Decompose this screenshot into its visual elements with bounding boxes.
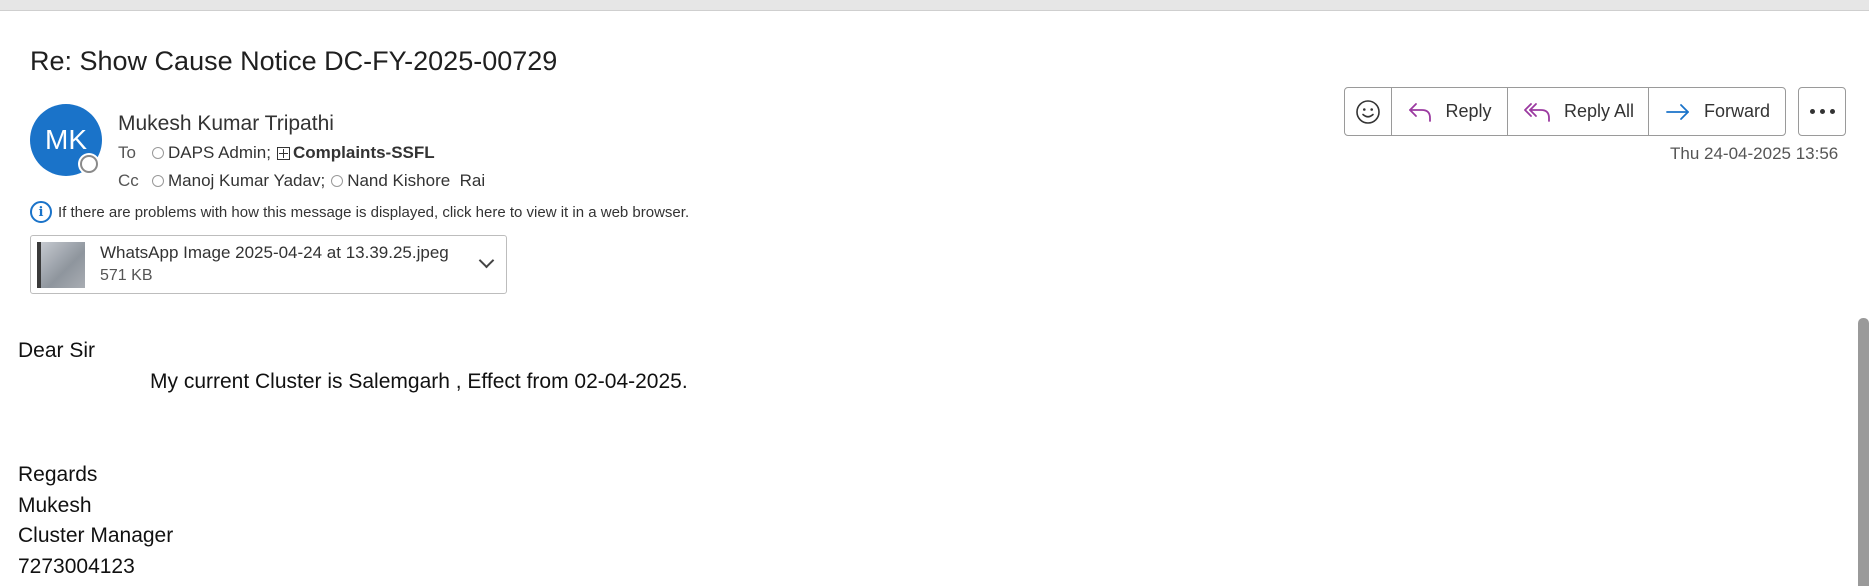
vertical-scrollbar[interactable]	[1858, 318, 1869, 586]
reply-all-button[interactable]: Reply All	[1508, 88, 1649, 135]
signature-phone: 7273004123	[18, 555, 135, 578]
recipient-daps-admin[interactable]: DAPS Admin;	[168, 143, 271, 163]
attachment-thumbnail	[37, 242, 85, 288]
attachment-name[interactable]: WhatsApp Image 2025-04-24 at 13.39.25.jp…	[100, 243, 449, 263]
presence-icon	[152, 147, 164, 159]
presence-icon	[152, 175, 164, 187]
info-bar-text[interactable]: If there are problems with how this mess…	[58, 204, 689, 221]
smiley-icon	[1356, 99, 1380, 124]
more-actions-button[interactable]	[1798, 87, 1846, 136]
avatar-initials: MK	[45, 124, 87, 155]
timestamp: Thu 24-04-2025 13:56	[1670, 144, 1839, 163]
sender-name[interactable]: Mukesh Kumar Tripathi	[118, 112, 334, 136]
body-closing: Regards	[18, 463, 98, 486]
body-greeting: Dear Sir	[18, 339, 96, 362]
info-bar[interactable]: i If there are problems with how this me…	[30, 201, 689, 223]
action-toolbar: Reply Reply All Forward	[1344, 87, 1786, 136]
more-icon-dot	[1829, 109, 1835, 114]
email-subject: Re: Show Cause Notice DC-FY-2025-00729	[30, 46, 558, 76]
recipient-nand-kishore-rai[interactable]: Nand Kishore Rai	[347, 171, 485, 191]
signature-name: Mukesh	[18, 494, 92, 517]
reply-all-icon	[1524, 102, 1550, 122]
chevron-down-icon[interactable]	[478, 252, 495, 269]
more-icon-dot	[1819, 109, 1825, 114]
reply-label: Reply	[1445, 101, 1492, 121]
attachment-size: 571 KB	[100, 267, 153, 284]
reply-button[interactable]: Reply	[1392, 88, 1508, 135]
recipient-complaints-ssfl[interactable]: Complaints-SSFL	[293, 143, 435, 163]
signature-title: Cluster Manager	[18, 524, 174, 547]
presence-icon	[331, 175, 344, 187]
forward-icon	[1666, 103, 1689, 120]
recipient-manoj-kumar-yadav[interactable]: Manoj Kumar Yadav;	[168, 171, 325, 191]
cc-label: Cc	[118, 171, 139, 190]
more-icon	[1809, 109, 1815, 114]
emoji-reaction-button[interactable]	[1345, 88, 1392, 135]
attachment-card[interactable]: WhatsApp Image 2025-04-24 at 13.39.25.jp…	[30, 235, 507, 294]
info-icon: i	[30, 201, 52, 223]
to-label: To	[118, 143, 136, 162]
body-paragraph: My current Cluster is Salemgarh , Effect…	[150, 370, 688, 393]
reply-all-label: Reply All	[1563, 101, 1635, 121]
to-row: To DAPS Admin; Complaints-SSFL	[118, 143, 435, 163]
forward-label: Forward	[1703, 101, 1770, 121]
forward-button[interactable]: Forward	[1649, 88, 1785, 135]
cc-row: Cc Manoj Kumar Yadav; Nand Kishore Rai	[118, 171, 485, 191]
window-top-bar	[0, 0, 1869, 11]
reply-icon	[1409, 102, 1432, 122]
presence-status-icon	[80, 155, 98, 173]
group-expand-icon[interactable]	[277, 146, 290, 160]
